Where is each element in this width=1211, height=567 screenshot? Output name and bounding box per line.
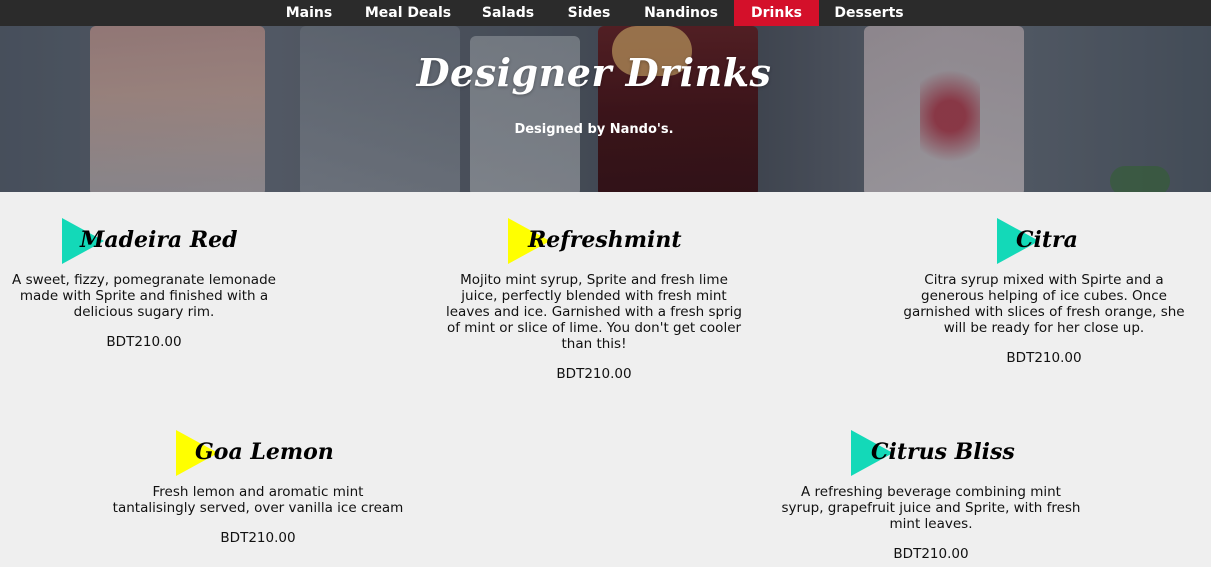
drink-title-wrap: Citrus Bliss [778, 430, 1084, 476]
drink-name: Goa Lemon [195, 439, 334, 465]
drink-name: Citra [1016, 227, 1078, 253]
drink-name: Citrus Bliss [871, 439, 1015, 465]
nav-item-salads[interactable]: Salads [474, 0, 542, 26]
drink-card-citrus-bliss[interactable]: Citrus Bliss A refreshing beverage combi… [778, 430, 1084, 562]
drink-title-wrap: Goa Lemon [110, 430, 406, 476]
drink-title-wrap: Madeira Red [10, 218, 278, 264]
drink-description: Citra syrup mixed with Spirte and a gene… [903, 272, 1185, 336]
drink-name: Madeira Red [80, 227, 238, 253]
drink-price: BDT210.00 [220, 530, 296, 546]
drink-card-refreshmint[interactable]: Refreshmint Mojito mint syrup, Sprite an… [446, 218, 742, 382]
nav-item-drinks[interactable]: Drinks [734, 0, 819, 26]
drink-price: BDT210.00 [893, 546, 969, 562]
drink-description: Mojito mint syrup, Sprite and fresh lime… [446, 272, 742, 352]
drink-price: BDT210.00 [106, 334, 182, 350]
drink-card-citra[interactable]: Citra Citra syrup mixed with Spirte and … [900, 218, 1188, 366]
page-title: Designer Drinks [416, 50, 772, 95]
nav-item-desserts[interactable]: Desserts [826, 0, 912, 26]
drink-card-madeira-red[interactable]: Madeira Red A sweet, fizzy, pomegranate … [10, 218, 278, 350]
drink-description: A sweet, fizzy, pomegranate lemonade mad… [12, 272, 276, 320]
nav-item-meal-deals[interactable]: Meal Deals [356, 0, 460, 26]
nav-item-nandinos[interactable]: Nandinos [634, 0, 728, 26]
hero-banner: Designer Drinks Designed by Nando's. [0, 26, 1211, 192]
nav-item-mains[interactable]: Mains [276, 0, 342, 26]
drink-description: A refreshing beverage combining mint syr… [781, 484, 1081, 532]
top-navigation: Mains Meal Deals Salads Sides Nandinos D… [0, 0, 1211, 26]
page-subtitle: Designed by Nando's. [514, 122, 674, 137]
drink-description: Fresh lemon and aromatic mint tantalisin… [112, 484, 404, 516]
nav-item-sides[interactable]: Sides [558, 0, 620, 26]
drink-title-wrap: Citra [900, 218, 1188, 264]
drink-title-wrap: Refreshmint [446, 218, 742, 264]
drink-name: Refreshmint [528, 227, 682, 253]
drink-card-goa-lemon[interactable]: Goa Lemon Fresh lemon and aromatic mint … [110, 430, 406, 546]
drink-price: BDT210.00 [556, 366, 632, 382]
drink-price: BDT210.00 [1006, 350, 1082, 366]
